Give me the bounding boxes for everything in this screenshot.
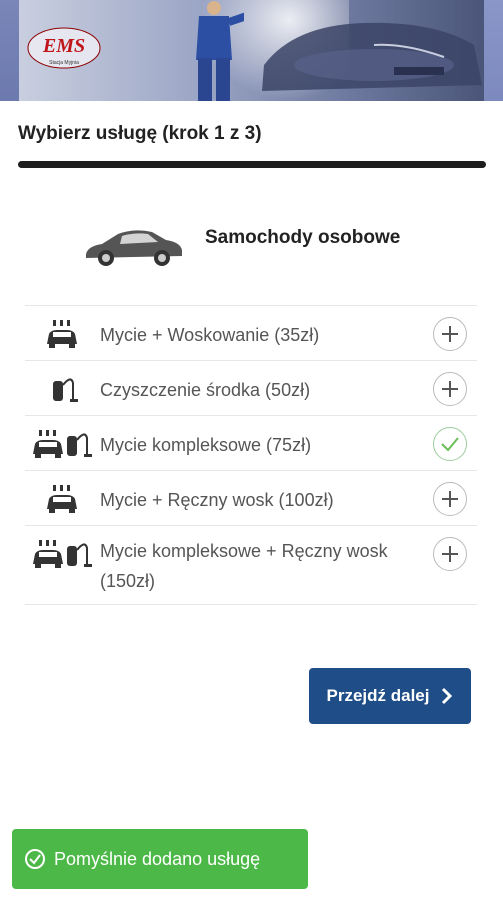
- hero-worker-image: [196, 1, 244, 101]
- car-icon: [86, 230, 182, 266]
- service-row[interactable]: Czyszczenie środka (50zł): [25, 360, 477, 415]
- check-icon: [441, 437, 459, 452]
- service-label: Mycie + Woskowanie (35zł): [100, 325, 320, 345]
- toast-label: Pomyślnie dodano usługę: [54, 848, 261, 869]
- service-label: Mycie kompleksowe + Ręczny wosk (150zł): [100, 541, 388, 591]
- service-label: Mycie + Ręczny wosk (100zł): [100, 490, 334, 510]
- car-wash-icon: [47, 320, 77, 348]
- car-wash-vacuum-icon: [33, 430, 92, 458]
- hero-car-image: [262, 22, 482, 91]
- progress-bar: [18, 161, 486, 168]
- next-button-label: Przejdź dalej: [326, 686, 430, 705]
- next-button[interactable]: Przejdź dalej: [309, 668, 471, 724]
- plus-icon: [442, 381, 458, 397]
- add-service-button[interactable]: [433, 537, 467, 571]
- step-title: Wybierz usługę (krok 1 z 3): [18, 123, 262, 144]
- selected-service-button[interactable]: [433, 427, 467, 461]
- service-row[interactable]: Mycie kompleksowe + Ręczny wosk (150zł): [25, 525, 477, 605]
- service-row[interactable]: Mycie kompleksowe (75zł): [25, 415, 477, 470]
- add-service-button[interactable]: [433, 317, 467, 351]
- plus-icon: [442, 326, 458, 342]
- svg-text:EMS: EMS: [42, 35, 85, 57]
- service-row[interactable]: Mycie + Ręczny wosk (100zł): [25, 470, 477, 525]
- ems-logo: EMS Stacja Myjnia: [27, 27, 101, 69]
- service-card: Wybierz usługę (krok 1 z 3) Samochody os…: [0, 101, 503, 900]
- vacuum-icon: [53, 378, 78, 402]
- service-row[interactable]: Mycie + Woskowanie (35zł): [25, 305, 477, 360]
- category-label: Samochody osobowe: [205, 227, 401, 248]
- service-list: Mycie + Woskowanie (35zł) Czyszczenie śr…: [25, 305, 477, 605]
- add-service-button[interactable]: [433, 372, 467, 406]
- add-service-button[interactable]: [433, 482, 467, 516]
- car-wash-icon: [47, 485, 77, 513]
- success-toast: Pomyślnie dodano usługę: [12, 829, 308, 889]
- service-label: Czyszczenie środka (50zł): [100, 380, 311, 400]
- plus-icon: [442, 546, 458, 562]
- service-label: Mycie kompleksowe (75zł): [100, 435, 312, 455]
- car-wash-vacuum-icon: [33, 540, 92, 568]
- plus-icon: [442, 491, 458, 507]
- check-circle-icon: [25, 849, 45, 869]
- chevron-right-icon: [442, 687, 453, 705]
- svg-text:Stacja Myjnia: Stacja Myjnia: [49, 60, 79, 66]
